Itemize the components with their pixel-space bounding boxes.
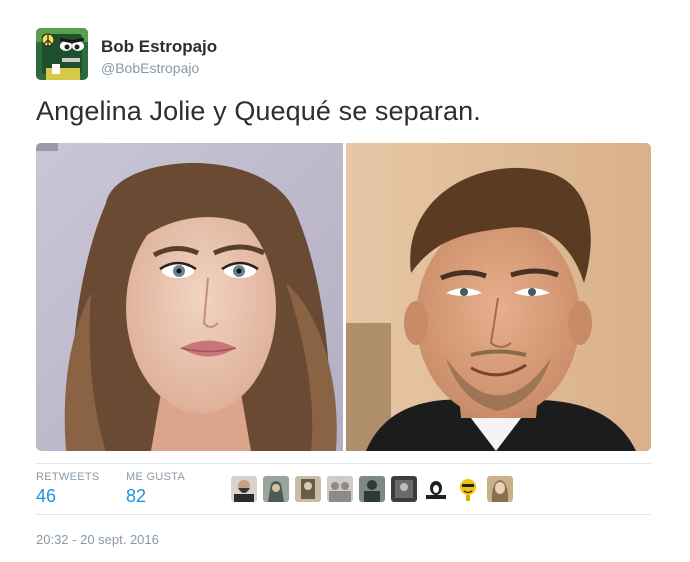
- penguin-dj-avatar-icon: [423, 476, 449, 502]
- yellow-emoji-avatar-icon: [455, 476, 481, 502]
- liker-avatar-2[interactable]: [263, 476, 289, 502]
- dark-portrait-avatar-icon: [295, 476, 321, 502]
- bw-photo-avatar-icon: [391, 476, 417, 502]
- liker-avatar-3[interactable]: [295, 476, 321, 502]
- liker-avatar-1[interactable]: [231, 476, 257, 502]
- user-avatar[interactable]: [36, 28, 88, 80]
- user-handle[interactable]: @BobEstropajo: [101, 60, 199, 76]
- divider-bottom: [36, 514, 651, 515]
- photo-woman-portrait[interactable]: [36, 143, 343, 451]
- liker-avatar-5[interactable]: [359, 476, 385, 502]
- retweets-count[interactable]: 46: [36, 486, 56, 507]
- likes-label[interactable]: ME GUSTA: [126, 471, 185, 483]
- user-display-name[interactable]: Bob Estropajo: [101, 37, 217, 57]
- photo-man-portrait[interactable]: [346, 143, 651, 451]
- tweet-media[interactable]: [36, 143, 651, 451]
- group-photo-avatar-icon: [327, 476, 353, 502]
- spongebob-avatar-icon: [36, 28, 88, 80]
- likes-count[interactable]: 82: [126, 486, 146, 507]
- bearded-man-avatar-icon: [231, 476, 257, 502]
- liker-avatar-4[interactable]: [327, 476, 353, 502]
- tweet-timestamp[interactable]: 20:32 - 20 sept. 2016: [36, 532, 159, 547]
- tweet-card: Bob Estropajo @BobEstropajo Angelina Jol…: [0, 0, 690, 562]
- liker-avatar-9[interactable]: [487, 476, 513, 502]
- hooded-figure-avatar-icon: [263, 476, 289, 502]
- liker-avatar-7[interactable]: [423, 476, 449, 502]
- tweet-text: Angelina Jolie y Quequé se separan.: [36, 96, 481, 126]
- divider-top: [36, 463, 651, 464]
- long-hair-avatar-icon: [487, 476, 513, 502]
- gray-figure-avatar-icon: [359, 476, 385, 502]
- liker-avatar-8[interactable]: [455, 476, 481, 502]
- retweets-label[interactable]: RETWEETS: [36, 471, 100, 483]
- liker-avatar-6[interactable]: [391, 476, 417, 502]
